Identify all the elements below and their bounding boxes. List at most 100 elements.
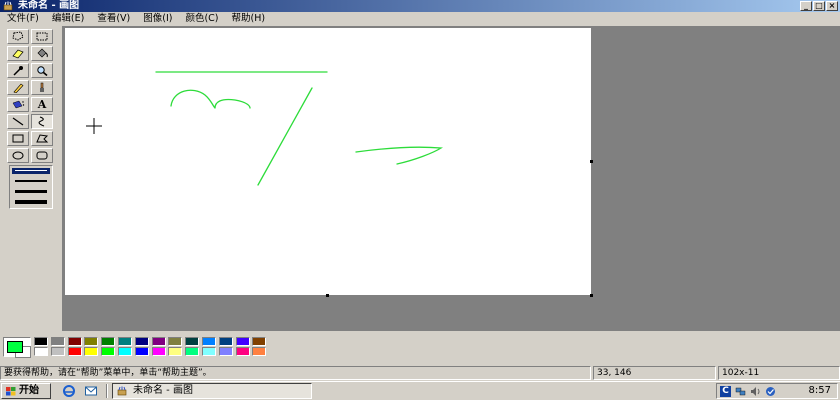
title-bar[interactable]: 未命名 - 画图 _ □ × [0, 0, 840, 12]
drawing-canvas[interactable] [65, 28, 591, 295]
paint-app-icon [117, 386, 127, 396]
menu-image[interactable]: 图像(I) [136, 12, 178, 25]
palette-swatch[interactable] [118, 347, 132, 356]
drawn-arrow-stroke [355, 146, 444, 165]
rounded-rect-icon [36, 151, 48, 160]
brush-tool[interactable] [31, 80, 53, 95]
update-icon[interactable] [765, 386, 776, 397]
status-help-text: 要获得帮助，请在“帮助”菜单中，单击“帮助主题”。 [0, 366, 591, 380]
pick-color-tool[interactable] [7, 63, 29, 78]
taskbar: 开始 未命名 - 画图 C 8:57 [0, 381, 840, 400]
close-button[interactable]: × [826, 1, 838, 11]
curve-icon [38, 116, 45, 127]
rectangle-icon [12, 134, 24, 143]
palette-swatch[interactable] [218, 347, 233, 356]
line-width-2[interactable] [15, 180, 47, 182]
menu-file[interactable]: 文件(F) [0, 12, 45, 25]
menu-edit[interactable]: 编辑(E) [45, 12, 90, 25]
current-colors [3, 337, 31, 358]
palette-swatch[interactable] [185, 347, 200, 356]
status-cursor-position: 33, 146 [593, 366, 716, 380]
magnifier-icon [37, 66, 48, 76]
palette-swatch[interactable] [218, 337, 233, 346]
menu-help[interactable]: 帮助(H) [225, 12, 272, 25]
palette-swatch[interactable] [101, 347, 116, 356]
palette-swatch[interactable] [118, 337, 132, 346]
taskbar-item-paint[interactable]: 未命名 - 画图 [112, 383, 312, 399]
line-width-4[interactable] [15, 200, 47, 204]
foreground-color [7, 341, 23, 353]
ellipse-tool[interactable] [7, 148, 29, 163]
outlook-express-icon[interactable] [84, 384, 98, 398]
palette-swatch[interactable] [235, 347, 250, 356]
taskbar-item-label: 未命名 - 画图 [133, 385, 193, 396]
text-tool-glyph: A [37, 98, 47, 111]
palette-swatch[interactable] [168, 347, 183, 356]
menu-view[interactable]: 查看(V) [90, 12, 136, 25]
line-width-3[interactable] [15, 190, 47, 193]
drawn-curve-squiggle [170, 89, 251, 109]
palette-swatch[interactable] [202, 337, 216, 346]
airbrush-tool[interactable] [7, 97, 29, 112]
palette-swatch[interactable] [235, 337, 250, 346]
internet-explorer-icon[interactable] [62, 384, 76, 398]
airbrush-icon [12, 100, 25, 109]
palette-swatch[interactable] [252, 337, 267, 346]
minimize-button[interactable]: _ [800, 1, 812, 11]
palette-swatch[interactable] [185, 337, 200, 346]
taskbar-separator [106, 384, 108, 398]
rectangle-tool[interactable] [7, 131, 29, 146]
palette-swatch[interactable] [252, 347, 267, 356]
line-icon [12, 117, 24, 126]
ellipse-icon [12, 151, 24, 160]
palette-swatch[interactable] [202, 347, 216, 356]
magnifier-tool[interactable] [31, 63, 53, 78]
network-icon[interactable] [735, 386, 746, 397]
palette-swatch[interactable] [84, 337, 99, 346]
eyedropper-icon [13, 66, 23, 76]
pencil-tool[interactable] [7, 80, 29, 95]
windows-flag-icon [6, 387, 16, 396]
fill-tool[interactable] [31, 46, 53, 61]
canvas-resize-handle-bottom[interactable] [326, 294, 329, 297]
polygon-tool[interactable] [31, 131, 53, 146]
free-select-icon [12, 31, 24, 41]
eraser-tool[interactable] [7, 46, 29, 61]
status-selection-size: 102x-11 [718, 366, 840, 380]
palette-swatch[interactable] [67, 347, 82, 356]
line-tool[interactable] [7, 114, 29, 129]
free-form-select-tool[interactable] [7, 29, 29, 44]
status-bar: 要获得帮助，请在“帮助”菜单中，单击“帮助主题”。 33, 146 102x-1… [0, 366, 840, 380]
palette-swatch[interactable] [168, 337, 183, 346]
rect-select-tool[interactable] [31, 29, 53, 44]
input-language-icon[interactable]: C [720, 386, 731, 397]
paint-bucket-icon [37, 48, 48, 58]
volume-icon[interactable] [750, 386, 761, 397]
start-button[interactable]: 开始 [1, 383, 51, 399]
palette-swatch[interactable] [84, 347, 99, 356]
window-title: 未命名 - 画图 [18, 0, 80, 11]
rounded-rect-tool[interactable] [31, 148, 53, 163]
brush-icon [40, 82, 44, 92]
palette-swatch[interactable] [134, 337, 149, 346]
palette-swatch[interactable] [34, 347, 48, 356]
palette-swatch[interactable] [50, 347, 65, 356]
palette-swatch[interactable] [151, 347, 166, 356]
palette-swatch[interactable] [101, 337, 116, 346]
line-width-1[interactable] [15, 170, 47, 171]
palette-swatch[interactable] [134, 347, 149, 356]
menu-colors[interactable]: 颜色(C) [178, 12, 224, 25]
palette-swatch[interactable] [151, 337, 166, 346]
palette-swatch[interactable] [34, 337, 48, 346]
canvas-resize-handle-corner[interactable] [590, 294, 593, 297]
palette-swatch[interactable] [50, 337, 65, 346]
palette-swatch[interactable] [67, 337, 82, 346]
rect-select-icon [36, 32, 48, 41]
selected-width-highlight [12, 168, 50, 174]
system-tray: C 8:57 [716, 383, 838, 399]
start-label: 开始 [19, 385, 39, 396]
curve-tool[interactable] [31, 114, 53, 129]
text-tool[interactable]: A [31, 97, 53, 112]
canvas-resize-handle-right[interactable] [590, 160, 593, 163]
maximize-button[interactable]: □ [813, 1, 825, 11]
